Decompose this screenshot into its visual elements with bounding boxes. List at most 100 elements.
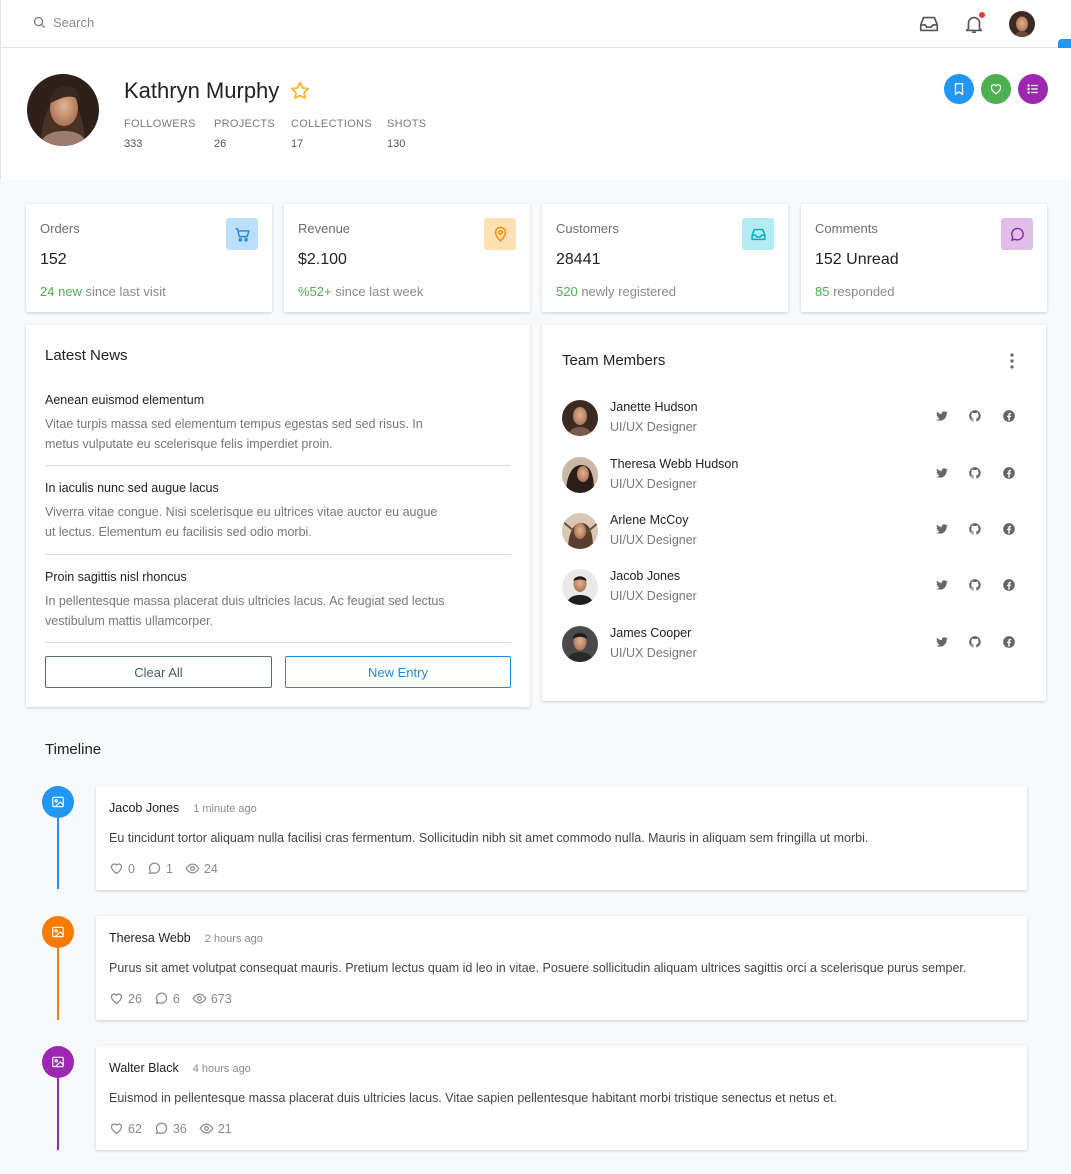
like-button[interactable]: 0 bbox=[109, 861, 135, 876]
twitter-icon[interactable] bbox=[934, 465, 950, 481]
timeline-entry-header: Theresa Webb 2 hours ago bbox=[109, 931, 263, 945]
member-role: UI/UX Designer bbox=[610, 589, 697, 603]
heart-icon bbox=[110, 1123, 123, 1135]
favorite-button[interactable] bbox=[981, 74, 1011, 104]
facebook-icon[interactable] bbox=[1001, 577, 1017, 593]
likes-count: 62 bbox=[128, 1121, 142, 1136]
news-item-text: Vitae turpis massa sed elementum tempus … bbox=[45, 417, 423, 451]
facebook-icon[interactable] bbox=[1001, 465, 1017, 481]
stat-label: FOLLOWERS bbox=[124, 118, 196, 130]
card-value: $2.100 bbox=[298, 251, 347, 268]
views-stat: 673 bbox=[192, 991, 232, 1006]
twitter-icon[interactable] bbox=[934, 577, 950, 593]
comment-button[interactable]: 1 bbox=[147, 861, 173, 876]
timeline-text: Euismod in pellentesque massa placerat d… bbox=[109, 1091, 837, 1105]
timeline-time: 1 minute ago bbox=[193, 803, 257, 815]
inbox-button[interactable] bbox=[917, 12, 941, 36]
latest-news-card: Latest News Aenean euismod elementum Vit… bbox=[26, 325, 530, 707]
stat-label: COLLECTIONS bbox=[291, 118, 372, 130]
comments-card: Comments 152 Unread 85 responded bbox=[801, 204, 1047, 312]
news-item[interactable]: Proin sagittis nisl rhoncus In pellentes… bbox=[45, 570, 511, 643]
card-footer: 520 newly registered bbox=[556, 284, 676, 299]
timeline-entry: Walter Black 4 hours ago Euismod in pell… bbox=[96, 1046, 1027, 1150]
timeline-entry: Theresa Webb 2 hours ago Purus sit amet … bbox=[96, 916, 1027, 1020]
stat-value: 130 bbox=[387, 138, 406, 150]
twitter-icon[interactable] bbox=[934, 408, 950, 424]
comment-icon bbox=[155, 1122, 168, 1135]
timeline-text: Purus sit amet volutpat consequat mauris… bbox=[109, 961, 967, 975]
notification-dot bbox=[979, 12, 985, 18]
like-button[interactable]: 62 bbox=[109, 1121, 142, 1136]
timeline-author[interactable]: Walter Black bbox=[109, 1061, 179, 1075]
news-item-text: Viverra vitae congue. Nisi scelerisque e… bbox=[45, 505, 438, 539]
team-member-row[interactable]: Arlene McCoy UI/UX Designer bbox=[562, 511, 1032, 551]
stat-value: 26 bbox=[214, 138, 227, 150]
timeline-author[interactable]: Jacob Jones bbox=[109, 801, 179, 815]
star-icon[interactable] bbox=[289, 80, 311, 102]
user-avatar[interactable] bbox=[1009, 11, 1035, 37]
search-box[interactable]: Search bbox=[32, 15, 94, 30]
timeline-meta: 0 1 24 bbox=[109, 861, 218, 876]
github-icon[interactable] bbox=[967, 577, 983, 593]
comment-button[interactable]: 6 bbox=[154, 991, 180, 1006]
search-icon bbox=[33, 16, 45, 28]
stat-followers: FOLLOWERS 333 bbox=[124, 118, 214, 150]
member-role: UI/UX Designer bbox=[610, 477, 697, 491]
stat-value: 333 bbox=[124, 138, 143, 150]
comments-count: 1 bbox=[165, 861, 173, 876]
inbox-icon bbox=[742, 218, 774, 250]
image-icon bbox=[42, 786, 74, 818]
clear-all-button[interactable]: Clear All bbox=[45, 656, 272, 688]
timeline-time: 2 hours ago bbox=[204, 933, 263, 945]
views-count: 21 bbox=[217, 1121, 232, 1136]
twitter-icon[interactable] bbox=[934, 521, 950, 537]
member-avatar bbox=[562, 400, 598, 436]
card-footer-text: since last visit bbox=[81, 284, 166, 299]
news-item[interactable]: Aenean euismod elementum Vitae turpis ma… bbox=[45, 393, 511, 466]
github-icon[interactable] bbox=[967, 408, 983, 424]
profile-avatar bbox=[27, 74, 99, 146]
revenue-card: Revenue $2.100 %52+ since last week bbox=[284, 204, 530, 312]
member-avatar bbox=[562, 626, 598, 662]
card-footer: %52+ since last week bbox=[298, 284, 423, 299]
member-name: James Cooper bbox=[610, 626, 692, 640]
image-icon bbox=[42, 1046, 74, 1078]
github-icon[interactable] bbox=[967, 521, 983, 537]
twitter-icon[interactable] bbox=[934, 634, 950, 650]
facebook-icon[interactable] bbox=[1001, 634, 1017, 650]
member-name: Theresa Webb Hudson bbox=[610, 457, 739, 471]
timeline-entry-header: Jacob Jones 1 minute ago bbox=[109, 801, 257, 815]
bookmark-button[interactable] bbox=[944, 74, 974, 104]
views-stat: 21 bbox=[199, 1121, 232, 1136]
card-highlight: 520 bbox=[556, 284, 578, 299]
member-avatar bbox=[562, 569, 598, 605]
timeline-author[interactable]: Theresa Webb bbox=[109, 931, 191, 945]
list-button[interactable] bbox=[1018, 74, 1048, 104]
github-icon[interactable] bbox=[967, 465, 983, 481]
customers-card: Customers 28441 520 newly registered bbox=[542, 204, 788, 312]
team-member-row[interactable]: James Cooper UI/UX Designer bbox=[562, 624, 1032, 664]
timeline-meta: 26 6 673 bbox=[109, 991, 232, 1006]
facebook-icon[interactable] bbox=[1001, 408, 1017, 424]
card-value: 152 bbox=[40, 251, 67, 268]
news-item[interactable]: In iaculis nunc sed augue lacus Viverra … bbox=[45, 481, 511, 555]
team-member-row[interactable]: Janette Hudson UI/UX Designer bbox=[562, 398, 1032, 438]
notifications-button[interactable] bbox=[962, 12, 986, 36]
news-item-title: Aenean euismod elementum bbox=[45, 393, 205, 407]
search-input[interactable]: Search bbox=[53, 15, 94, 30]
more-vertical-icon[interactable] bbox=[1006, 352, 1018, 370]
new-entry-button[interactable]: New Entry bbox=[285, 656, 511, 688]
stat-collections: COLLECTIONS 17 bbox=[291, 118, 387, 150]
github-icon[interactable] bbox=[967, 634, 983, 650]
comment-button[interactable]: 36 bbox=[154, 1121, 187, 1136]
like-button[interactable]: 26 bbox=[109, 991, 142, 1006]
facebook-icon[interactable] bbox=[1001, 521, 1017, 537]
team-title: Team Members bbox=[562, 352, 666, 369]
news-item-title: In iaculis nunc sed augue lacus bbox=[45, 481, 219, 495]
comments-count: 6 bbox=[172, 991, 180, 1006]
team-member-row[interactable]: Jacob Jones UI/UX Designer bbox=[562, 567, 1032, 607]
team-member-row[interactable]: Theresa Webb Hudson UI/UX Designer bbox=[562, 455, 1032, 495]
timeline-meta: 62 36 21 bbox=[109, 1121, 232, 1136]
member-avatar bbox=[562, 457, 598, 493]
stat-projects: PROJECTS 26 bbox=[214, 118, 291, 150]
